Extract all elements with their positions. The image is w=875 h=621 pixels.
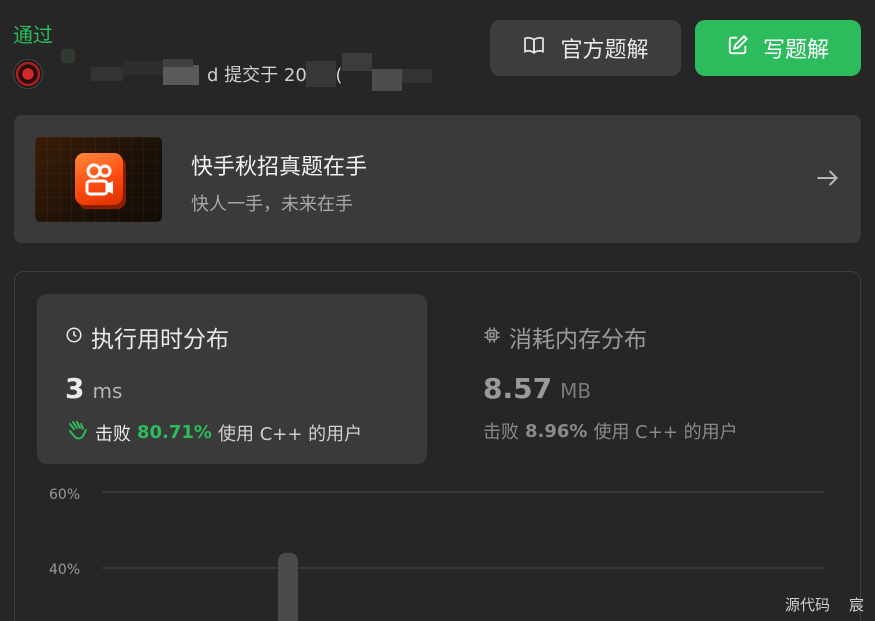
promo-subtitle: 快人一手，未来在手 <box>191 194 353 215</box>
runtime-beats-percent: 80.71% <box>137 422 212 443</box>
date-redacted <box>306 53 442 91</box>
status-label: 通过 <box>13 23 53 47</box>
memory-header: 消耗内存分布 <box>483 320 647 354</box>
memory-card[interactable]: 消耗内存分布 8.57 MB 击败 8.96% 使用 C++ 的用户 <box>455 294 845 464</box>
memory-beats-percent: 8.96% <box>525 420 588 442</box>
memory-unit: MB <box>560 379 592 403</box>
write-solution-label: 写题解 <box>762 38 829 63</box>
official-solution-label: 官方题解 <box>560 38 649 63</box>
runtime-value: 3 <box>65 372 85 405</box>
beats-label: 击败 <box>483 422 519 443</box>
runtime-value-row: 3 ms <box>65 372 122 405</box>
memory-title: 消耗内存分布 <box>509 327 647 353</box>
memory-beats: 击败 8.96% 使用 C++ 的用户 <box>483 418 738 444</box>
y-tick-label: 60% <box>49 487 80 503</box>
performance-panel: 60% 40% 执行用时分布 3 ms 击败 80.71% 使用 C++ 的用户… <box>14 271 861 621</box>
runtime-bar[interactable] <box>278 552 298 621</box>
promo-thumbnail <box>35 137 162 222</box>
submission-info: d 提交于 2024.( <box>13 49 442 91</box>
avatar[interactable] <box>13 59 43 89</box>
official-solution-button[interactable]: 官方题解 <box>490 20 681 76</box>
footer-extra-text: 宸 <box>849 596 865 614</box>
y-tick-label: 40% <box>49 562 80 578</box>
submission-page: 通过 d 提交于 2024.( 官方题解 写题解 快手秋招真题在手 快人一手，未… <box>0 0 875 621</box>
source-code-link[interactable]: 源代码 <box>785 594 830 615</box>
memory-value-row: 8.57 MB <box>483 372 591 405</box>
memory-value: 8.57 <box>483 372 553 405</box>
username-redacted <box>43 49 203 89</box>
beats-label: 击败 <box>95 423 131 445</box>
runtime-beats-suffix: 使用 C++ 的用户 <box>217 423 363 445</box>
clock-icon <box>65 324 83 350</box>
clap-hands-icon <box>65 418 89 447</box>
runtime-card[interactable]: 执行用时分布 3 ms 击败 80.71% 使用 C++ 的用户 <box>37 294 427 464</box>
write-solution-button[interactable]: 写题解 <box>695 20 861 76</box>
promo-title: 快手秋招真题在手 <box>191 155 368 180</box>
arrow-right-icon[interactable] <box>815 165 841 195</box>
chip-icon <box>483 324 501 350</box>
runtime-header: 执行用时分布 <box>65 320 229 354</box>
book-icon <box>522 33 546 63</box>
memory-beats-suffix: 使用 C++ 的用户 <box>593 422 738 443</box>
kuaishou-logo-icon <box>75 153 123 205</box>
runtime-beats: 击败 80.71% 使用 C++ 的用户 <box>65 418 362 447</box>
edit-icon <box>727 34 749 62</box>
promo-banner[interactable]: 快手秋招真题在手 快人一手，未来在手 <box>14 115 861 243</box>
runtime-unit: ms <box>92 379 123 403</box>
runtime-title: 执行用时分布 <box>91 327 229 353</box>
